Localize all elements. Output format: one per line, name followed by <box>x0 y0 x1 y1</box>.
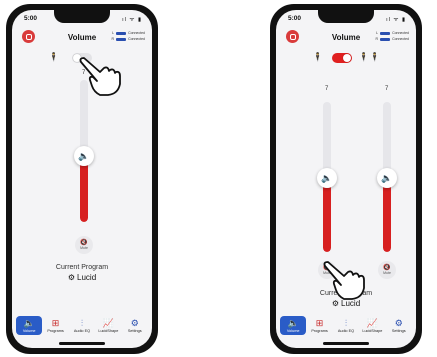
right-volume-level-value: 7 <box>385 86 389 92</box>
toggle-knob <box>343 54 351 62</box>
tab-label: Settings <box>391 328 406 333</box>
right-mute-button[interactable]: 🔇 Mute <box>378 261 396 279</box>
pointing-hand-icon <box>323 261 365 300</box>
connection-bar <box>380 37 391 41</box>
equalizer-icon: ⫶ <box>344 317 348 328</box>
tab-label: LucidShape <box>98 328 119 333</box>
equalizer-icon: ⫶ <box>80 317 84 328</box>
speaker-icon: 🔈 <box>381 172 393 183</box>
tab-lucidshape[interactable]: 📈 LucidShape <box>359 316 385 335</box>
tab-programs[interactable]: ⊞ Programs <box>307 316 333 335</box>
tab-label: Audio EQ <box>337 328 355 333</box>
volume-slider-knob[interactable]: 🔈 <box>74 146 94 166</box>
tab-settings[interactable]: ⚙ Settings <box>386 316 412 335</box>
tab-audio-eq[interactable]: ⫶ Audio EQ <box>69 316 95 335</box>
connection-status-right: R Connected <box>112 37 145 41</box>
home-indicator <box>323 342 369 345</box>
notch <box>318 10 374 23</box>
tab-label: Programs <box>47 328 64 333</box>
tab-volume[interactable]: 🔈 Volume <box>16 315 43 335</box>
left-volume-level-value: 7 <box>325 86 329 92</box>
tab-label: Programs <box>311 328 328 333</box>
speaker-icon: 🔈 <box>287 317 299 328</box>
program-name-text: Lucid <box>77 273 97 282</box>
status-icons: ıl ᯤ ▮ <box>122 17 142 23</box>
connection-status-left: L Connected <box>376 31 409 35</box>
programs-icon: ⊞ <box>51 317 60 328</box>
connection-status-right: R Connected <box>376 37 409 41</box>
connection-bar <box>116 31 127 35</box>
chart-icon: 📈 <box>102 317 114 328</box>
tab-label: LucidShape <box>362 328 383 333</box>
mute-button[interactable]: 🔇 Mute <box>75 236 93 254</box>
mute-label: Mute <box>80 246 88 250</box>
connection-side-label: R <box>111 37 115 41</box>
tab-bar: 🔈 Volume ⊞ Programs ⫶ Audio EQ 📈 LucidShape … <box>12 312 152 338</box>
connection-side-label: L <box>376 31 379 35</box>
right-volume-slider-knob[interactable]: 🔈 <box>377 168 397 188</box>
current-program-name[interactable]: ⚙ Lucid <box>12 273 152 282</box>
tab-settings[interactable]: ⚙ Settings <box>122 316 148 335</box>
programs-icon: ⊞ <box>315 317 324 328</box>
connection-status-text: Connected <box>128 37 145 41</box>
tab-bar: 🔈 Volume ⊞ Programs ⫶ Audio EQ 📈 LucidShape … <box>276 312 416 338</box>
current-program-label: Current Program <box>55 264 109 271</box>
connection-bar <box>116 37 127 41</box>
program-icon: ⚙ <box>67 273 76 282</box>
mode-row: 🕴 🕴🕴 <box>276 52 416 64</box>
status-icons: ıl ᯤ ▮ <box>386 17 406 23</box>
connection-side-label: L <box>112 31 115 35</box>
tab-audio-eq[interactable]: ⫶ Audio EQ <box>333 316 359 335</box>
tab-label: Audio EQ <box>73 328 91 333</box>
gear-icon: ⚙ <box>394 317 403 328</box>
connection-status-text: Connected <box>392 31 409 35</box>
pointing-hand-icon <box>79 57 121 96</box>
status-time: 5:00 <box>24 15 38 22</box>
status-time: 5:00 <box>288 15 302 22</box>
tab-label: Volume <box>286 328 300 333</box>
connection-side-label: R <box>375 37 379 41</box>
speaker-icon: 🔈 <box>23 317 35 328</box>
two-person-icon: 🕴🕴 <box>358 52 381 62</box>
connection-bar <box>380 31 391 35</box>
speaker-icon: 🔈 <box>321 172 333 183</box>
left-volume-slider-knob[interactable]: 🔈 <box>317 168 337 188</box>
tab-label: Settings <box>127 328 142 333</box>
gear-icon: ⚙ <box>130 317 139 328</box>
speaker-icon: 🔈 <box>78 150 90 161</box>
tab-programs[interactable]: ⊞ Programs <box>43 316 69 335</box>
connection-status-left: L Connected <box>112 31 145 35</box>
mute-label: Mute <box>383 271 391 275</box>
home-indicator <box>59 342 105 345</box>
tab-volume[interactable]: 🔈 Volume <box>280 315 307 335</box>
single-person-icon: 🕴 <box>312 52 324 62</box>
tab-label: Volume <box>22 328 36 333</box>
split-mode-toggle[interactable] <box>332 53 352 63</box>
chart-icon: 📈 <box>366 317 378 328</box>
tab-lucidshape[interactable]: 📈 LucidShape <box>95 316 121 335</box>
single-person-icon: 🕴 <box>48 52 60 62</box>
notch <box>54 10 110 23</box>
connection-status-text: Connected <box>128 31 145 35</box>
connection-status-text: Connected <box>392 37 409 41</box>
